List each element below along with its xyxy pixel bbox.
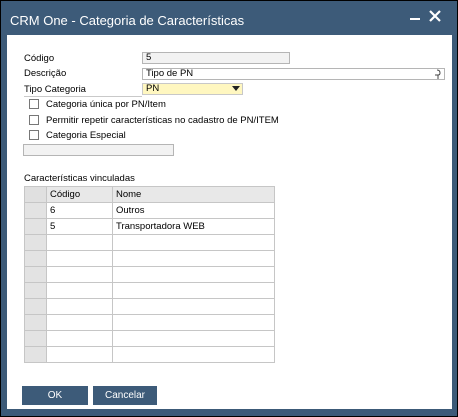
cell-codigo[interactable] <box>47 331 113 347</box>
checkbox-box[interactable] <box>29 115 39 125</box>
cell-nome[interactable] <box>113 299 275 315</box>
ok-button[interactable]: OK <box>22 386 88 405</box>
caracteristicas-grid: Código Nome 6 Outros 5 Transportadora WE… <box>24 186 275 363</box>
row-selector[interactable] <box>25 235 47 251</box>
dialog-window: CRM One - Categoria de Características C… <box>1 1 457 416</box>
categoria-especial-label: Categoria Especial <box>46 129 126 141</box>
extra-field[interactable] <box>23 144 174 156</box>
cell-codigo[interactable] <box>47 299 113 315</box>
codigo-field[interactable]: 5 <box>142 52 290 64</box>
cell-nome[interactable]: Outros <box>113 203 275 219</box>
cell-nome[interactable] <box>113 283 275 299</box>
chevron-down-icon[interactable] <box>232 86 240 92</box>
permitir-repetir-checkbox[interactable]: Permitir repetir características no cada… <box>29 114 279 126</box>
table-row[interactable] <box>25 331 275 347</box>
cell-nome[interactable]: Transportadora WEB <box>113 219 275 235</box>
cell-codigo[interactable] <box>47 347 113 363</box>
row-selector[interactable] <box>25 251 47 267</box>
codigo-label: Código <box>24 53 55 64</box>
descricao-field[interactable]: Tipo de PN <box>142 68 445 80</box>
checkbox-box[interactable] <box>29 99 39 109</box>
categoria-unica-checkbox[interactable]: Categoria única por PN/Item <box>29 98 166 110</box>
table-row[interactable] <box>25 283 275 299</box>
row-selector[interactable] <box>25 347 47 363</box>
cell-codigo[interactable] <box>47 283 113 299</box>
descricao-value: Tipo de PN <box>146 68 194 79</box>
grid-header-nome[interactable]: Nome <box>113 187 275 203</box>
close-icon <box>429 10 441 22</box>
row-selector[interactable] <box>25 219 47 235</box>
cell-codigo[interactable]: 5 <box>47 219 113 235</box>
grid-corner[interactable] <box>25 187 47 203</box>
cell-codigo[interactable] <box>47 235 113 251</box>
descricao-label: Descrição <box>24 68 67 79</box>
caracteristicas-vinculadas-title: Características vinculadas <box>24 173 135 184</box>
cell-codigo[interactable] <box>47 315 113 331</box>
minimize-icon <box>410 18 420 20</box>
table-row[interactable]: 6 Outros <box>25 203 275 219</box>
window-title: CRM One - Categoria de Características <box>10 13 245 28</box>
cell-nome[interactable] <box>113 331 275 347</box>
categoria-especial-checkbox[interactable]: Categoria Especial <box>29 129 126 141</box>
cell-nome[interactable] <box>113 267 275 283</box>
title-bar[interactable]: CRM One - Categoria de Características <box>1 1 457 35</box>
grid-header-row: Código Nome <box>25 187 275 203</box>
table-row[interactable] <box>25 267 275 283</box>
tipo-categoria-underline <box>24 96 142 97</box>
cell-nome[interactable] <box>113 235 275 251</box>
table-row[interactable] <box>25 235 275 251</box>
link-arrow-icon[interactable] <box>433 69 442 80</box>
row-selector[interactable] <box>25 331 47 347</box>
row-selector[interactable] <box>25 267 47 283</box>
cell-codigo[interactable]: 6 <box>47 203 113 219</box>
cell-codigo[interactable] <box>47 267 113 283</box>
form-content: Código 5 Descrição Tipo de PN Tipo Categ… <box>7 35 452 409</box>
row-selector[interactable] <box>25 299 47 315</box>
checkbox-box[interactable] <box>29 130 39 140</box>
categoria-unica-label: Categoria única por PN/Item <box>46 98 166 110</box>
tipo-categoria-select[interactable]: PN <box>142 83 243 95</box>
table-row[interactable]: 5 Transportadora WEB <box>25 219 275 235</box>
cell-nome[interactable] <box>113 347 275 363</box>
close-button[interactable] <box>429 9 441 27</box>
table-row[interactable] <box>25 251 275 267</box>
cell-nome[interactable] <box>113 315 275 331</box>
row-selector[interactable] <box>25 283 47 299</box>
cell-codigo[interactable] <box>47 251 113 267</box>
tipo-categoria-value: PN <box>146 83 160 94</box>
minimize-button[interactable] <box>409 7 421 24</box>
grid-header-codigo[interactable]: Código <box>47 187 113 203</box>
row-selector[interactable] <box>25 315 47 331</box>
tipo-categoria-label: Tipo Categoria <box>24 84 86 95</box>
cell-nome[interactable] <box>113 251 275 267</box>
table-row[interactable] <box>25 315 275 331</box>
table-row[interactable] <box>25 347 275 363</box>
row-selector[interactable] <box>25 203 47 219</box>
cancel-button[interactable]: Cancelar <box>93 386 157 405</box>
permitir-repetir-label: Permitir repetir características no cada… <box>46 114 279 126</box>
table-row[interactable] <box>25 299 275 315</box>
